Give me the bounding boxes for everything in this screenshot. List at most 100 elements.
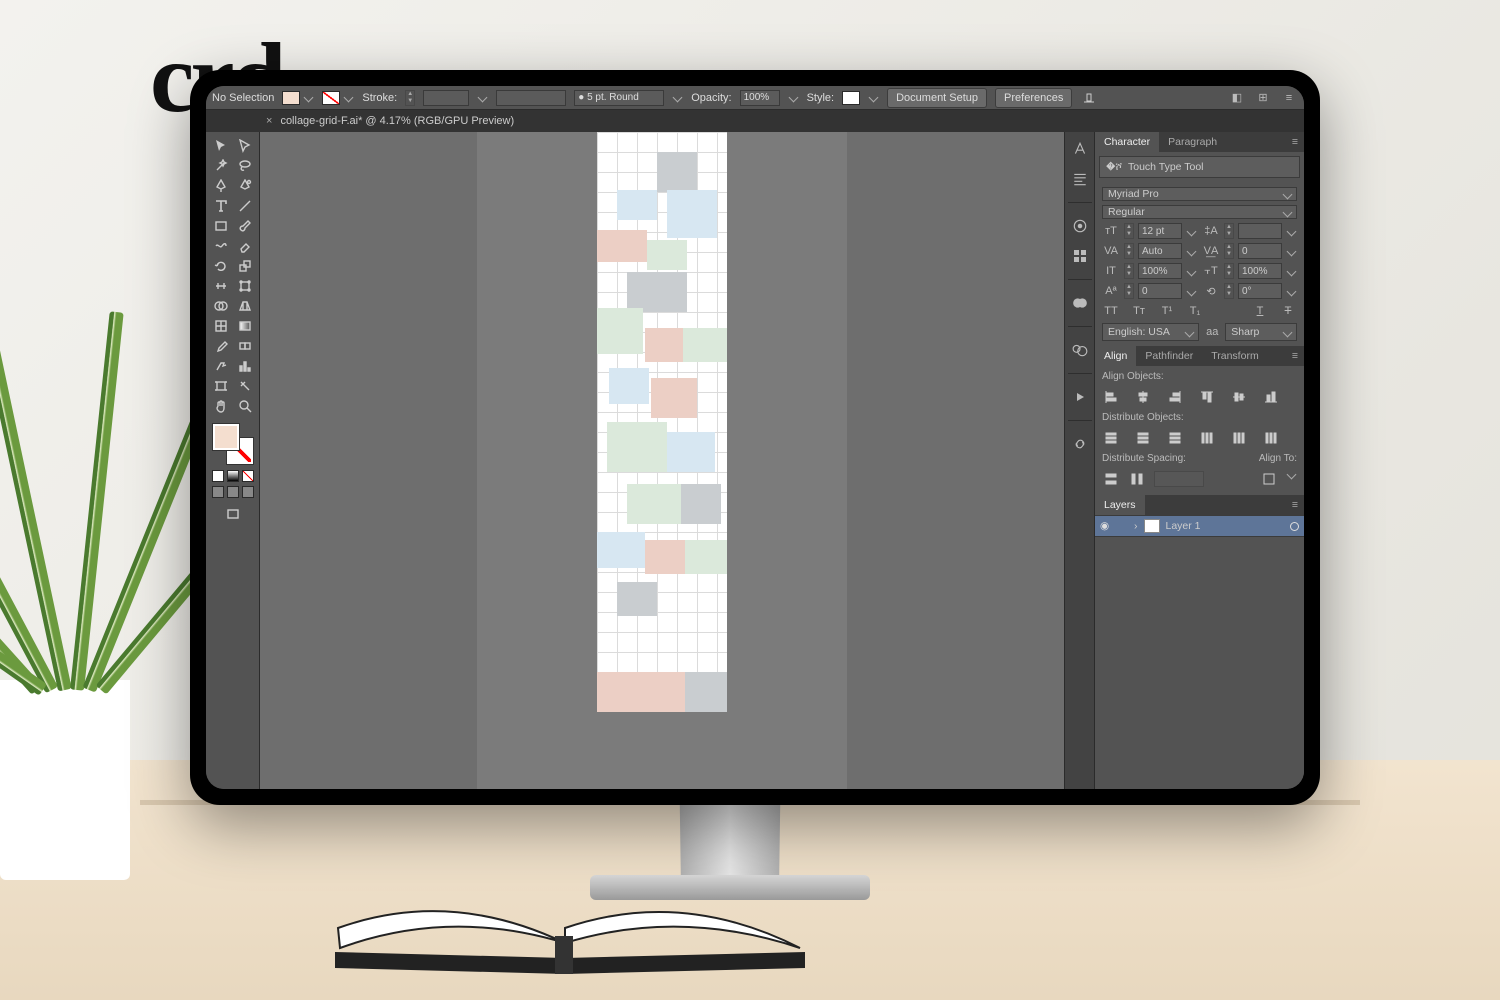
- stroke-swatch[interactable]: [322, 91, 340, 105]
- target-indicator-icon[interactable]: [1290, 522, 1299, 531]
- selection-tool[interactable]: [209, 136, 233, 156]
- align-options-icon[interactable]: [1080, 90, 1098, 106]
- distribute-hcenter-button[interactable]: [1230, 430, 1248, 446]
- artwork-block[interactable]: [667, 190, 717, 238]
- artwork-block[interactable]: [617, 190, 657, 220]
- slice-tool[interactable]: [233, 376, 257, 396]
- chevron-down-icon[interactable]: [869, 93, 879, 103]
- free-transform-tool[interactable]: [233, 276, 257, 296]
- small-caps-button[interactable]: Tᴛ: [1130, 303, 1148, 319]
- artwork-block[interactable]: [667, 432, 715, 472]
- align-to-button[interactable]: [1260, 471, 1278, 487]
- perspective-grid-tool[interactable]: [233, 296, 257, 316]
- font-family-select[interactable]: Myriad Pro: [1102, 187, 1297, 201]
- variable-width-profile[interactable]: [496, 90, 566, 106]
- opacity-field[interactable]: 100%: [740, 90, 780, 106]
- artwork-block[interactable]: [683, 328, 727, 362]
- close-tab-icon[interactable]: ×: [266, 115, 272, 127]
- rectangle-tool[interactable]: [209, 216, 233, 236]
- superscript-button[interactable]: T¹: [1158, 303, 1176, 319]
- artwork-block[interactable]: [647, 240, 687, 270]
- panel-menu-icon[interactable]: ≡: [1286, 499, 1304, 511]
- gradient-tool[interactable]: [233, 316, 257, 336]
- artwork-block[interactable]: [627, 484, 681, 524]
- artwork-block[interactable]: [597, 672, 685, 712]
- type-tool[interactable]: [209, 196, 233, 216]
- shaper-tool[interactable]: [209, 236, 233, 256]
- symbol-sprayer-tool[interactable]: [209, 356, 233, 376]
- font-size-stepper[interactable]: ▲▼: [1124, 223, 1134, 239]
- chevron-down-icon[interactable]: [478, 93, 488, 103]
- brushes-panel-icon[interactable]: [1071, 341, 1089, 359]
- eraser-tool[interactable]: [233, 236, 257, 256]
- tab-transform[interactable]: Transform: [1202, 346, 1267, 366]
- distribute-hspacing-button[interactable]: [1128, 471, 1146, 487]
- column-graph-tool[interactable]: [233, 356, 257, 376]
- kerning-stepper[interactable]: ▲▼: [1124, 243, 1134, 259]
- artwork-block[interactable]: [681, 484, 721, 524]
- eyedropper-tool[interactable]: [209, 336, 233, 356]
- fill-stroke-indicator[interactable]: [211, 422, 255, 466]
- canvas-area[interactable]: [260, 132, 1064, 789]
- baseline-field[interactable]: 0: [1138, 283, 1182, 299]
- chevron-down-icon[interactable]: [344, 93, 354, 103]
- artwork-block[interactable]: [617, 582, 657, 616]
- artwork-block[interactable]: [597, 308, 643, 354]
- artwork-block[interactable]: [645, 328, 685, 362]
- expand-layer-icon[interactable]: ›: [1134, 520, 1138, 532]
- tab-paragraph[interactable]: Paragraph: [1159, 132, 1226, 152]
- character-panel-icon[interactable]: [1071, 140, 1089, 158]
- paintbrush-tool[interactable]: [233, 216, 257, 236]
- antialias-select[interactable]: Sharp: [1225, 323, 1297, 341]
- tracking-field[interactable]: 0: [1238, 243, 1282, 259]
- cc-libraries-icon[interactable]: [1071, 294, 1089, 312]
- spacing-field[interactable]: [1154, 471, 1204, 487]
- document-setup-button[interactable]: Document Setup: [887, 88, 987, 108]
- arrange-documents-icon[interactable]: ⊞: [1254, 90, 1272, 106]
- blend-tool[interactable]: [233, 336, 257, 356]
- color-panel-icon[interactable]: [1071, 217, 1089, 235]
- subscript-button[interactable]: T₁: [1186, 303, 1204, 319]
- artwork-block[interactable]: [597, 532, 645, 568]
- brush-definition[interactable]: ● 5 pt. Round: [574, 90, 664, 106]
- layer-row[interactable]: ◉ › Layer 1: [1095, 515, 1304, 537]
- actions-panel-icon[interactable]: [1071, 388, 1089, 406]
- curvature-tool[interactable]: [233, 176, 257, 196]
- tracking-stepper[interactable]: ▲▼: [1224, 243, 1234, 259]
- chevron-down-icon[interactable]: [673, 93, 683, 103]
- fill-color-swatch[interactable]: [213, 424, 239, 450]
- vscale-field[interactable]: 100%: [1138, 263, 1182, 279]
- distribute-top-button[interactable]: [1102, 430, 1120, 446]
- swatches-panel-icon[interactable]: [1071, 247, 1089, 265]
- distribute-left-button[interactable]: [1198, 430, 1216, 446]
- leading-stepper[interactable]: ▲▼: [1224, 223, 1234, 239]
- artwork-block[interactable]: [645, 540, 685, 574]
- panel-menu-icon[interactable]: ≡: [1286, 350, 1304, 362]
- layer-name[interactable]: Layer 1: [1166, 520, 1201, 532]
- artwork-block[interactable]: [685, 540, 727, 574]
- shape-builder-tool[interactable]: [209, 296, 233, 316]
- stroke-weight-field[interactable]: [423, 90, 469, 106]
- draw-behind[interactable]: [227, 486, 239, 498]
- fill-swatch[interactable]: [282, 91, 300, 105]
- align-bottom-button[interactable]: [1262, 389, 1280, 405]
- zoom-tool[interactable]: [233, 396, 257, 416]
- distribute-vcenter-button[interactable]: [1134, 430, 1152, 446]
- font-style-select[interactable]: Regular: [1102, 205, 1297, 219]
- char-rotation-field[interactable]: 0°: [1238, 283, 1282, 299]
- graphic-style-swatch[interactable]: [842, 91, 860, 105]
- tab-layers[interactable]: Layers: [1095, 495, 1145, 515]
- artwork-block[interactable]: [627, 272, 687, 312]
- magic-wand-tool[interactable]: [209, 156, 233, 176]
- chevron-down-icon[interactable]: [788, 93, 798, 103]
- mesh-tool[interactable]: [209, 316, 233, 336]
- stroke-swatch-group[interactable]: [322, 91, 354, 105]
- preferences-button[interactable]: Preferences: [995, 88, 1072, 108]
- align-top-button[interactable]: [1198, 389, 1216, 405]
- distribute-bottom-button[interactable]: [1166, 430, 1184, 446]
- underline-button[interactable]: T: [1251, 303, 1269, 319]
- artwork-block[interactable]: [597, 230, 647, 262]
- paragraph-panel-icon[interactable]: [1071, 170, 1089, 188]
- color-mode-none[interactable]: [242, 470, 254, 482]
- strikethrough-button[interactable]: T: [1279, 303, 1297, 319]
